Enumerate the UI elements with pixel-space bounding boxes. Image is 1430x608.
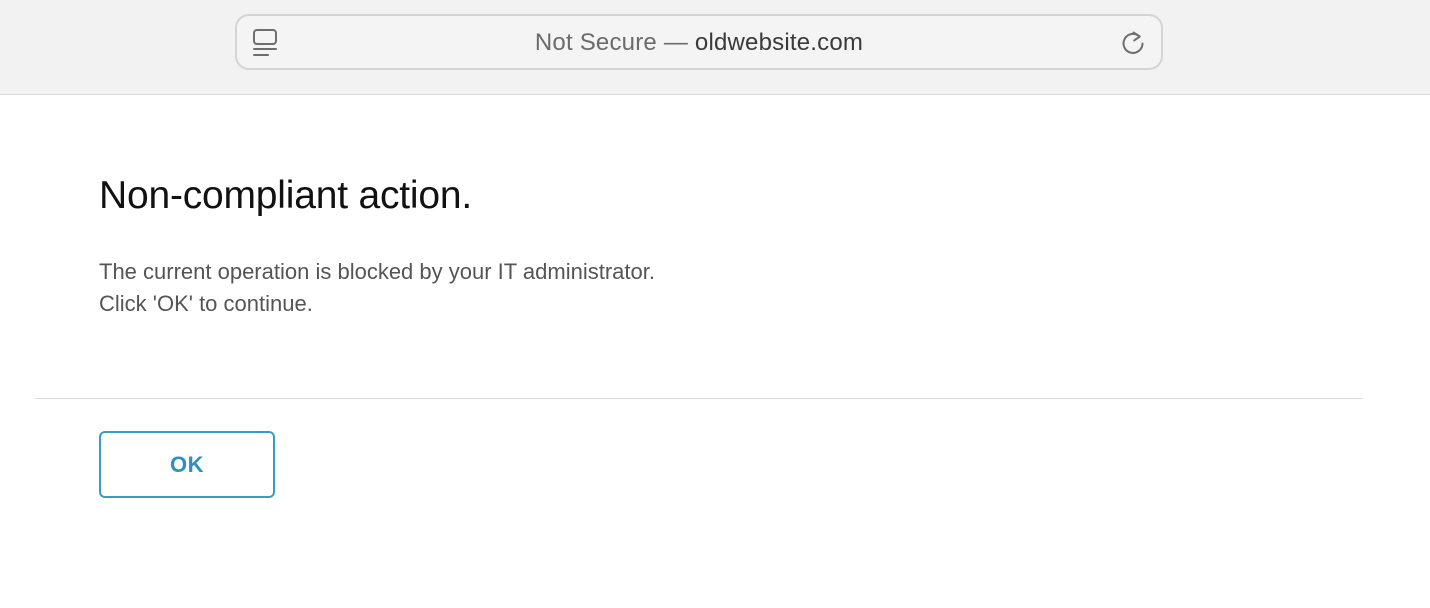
message-line-1: The current operation is blocked by your… [99,259,655,284]
reload-icon[interactable] [1119,28,1147,58]
url-text[interactable]: Not Secure — oldwebsite.com [237,16,1161,68]
url-domain: oldwebsite.com [694,29,864,56]
page-content: Non-compliant action. The current operat… [0,96,1430,608]
address-bar[interactable]: Not Secure — oldwebsite.com [235,14,1163,70]
divider [35,398,1363,399]
url-separator: — [663,29,689,56]
message-line-2: Click 'OK' to continue. [99,291,313,316]
ok-button[interactable]: OK [99,431,275,498]
dialog-title: Non-compliant action. [99,174,472,217]
browser-toolbar: Not Secure — oldwebsite.com [0,0,1430,95]
dialog-message: The current operation is blocked by your… [99,256,655,320]
security-label: Not Secure [534,29,657,56]
